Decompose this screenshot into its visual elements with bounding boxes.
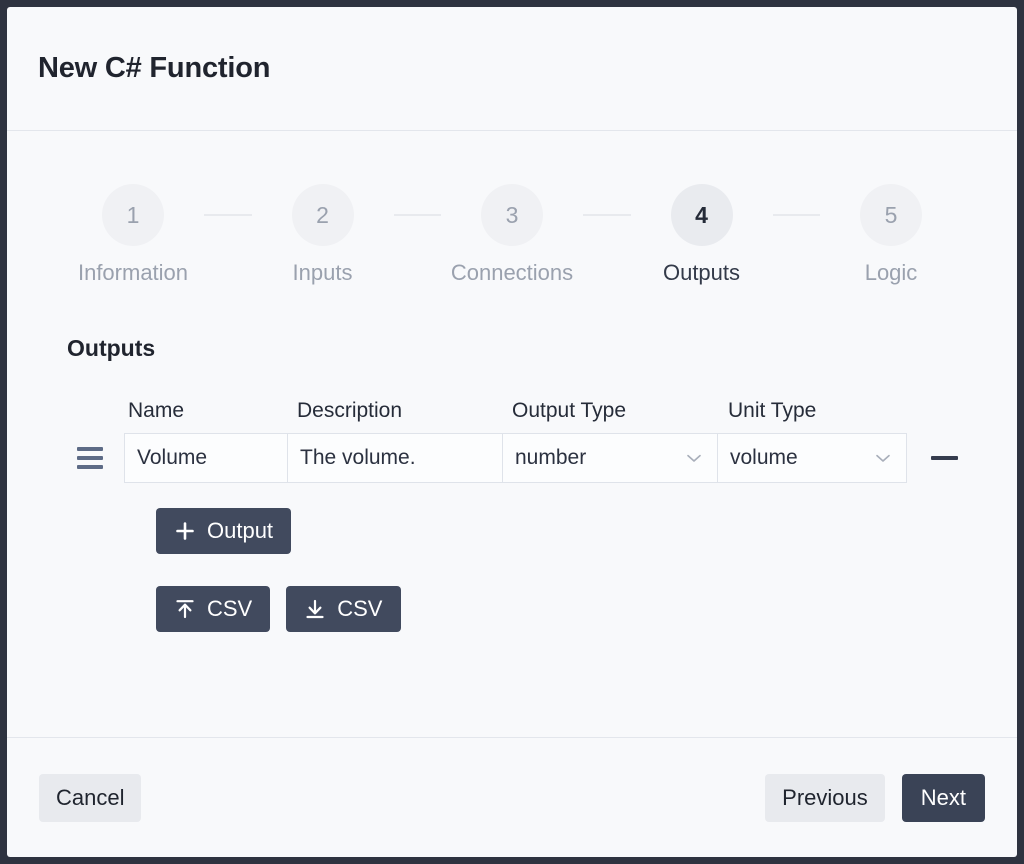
csv-actions-row: CSV CSV: [156, 586, 1017, 632]
step-label: Outputs: [662, 260, 741, 285]
stepper-step-inputs[interactable]: 2 Inputs: [252, 184, 394, 286]
dialog-footer: Cancel Previous Next: [7, 737, 1017, 857]
cancel-button[interactable]: Cancel: [39, 773, 142, 822]
stepper-step-connections[interactable]: 3 Connections: [441, 184, 583, 286]
step-label: Information: [77, 260, 189, 285]
add-output-button[interactable]: Output: [156, 508, 292, 554]
stepper-connector: [772, 214, 820, 216]
step-number-badge: 2: [291, 184, 354, 246]
wizard-stepper: 1 Information 2 Inputs 3 Connections 4 O…: [7, 131, 1017, 286]
stepper-step-logic[interactable]: 5 Logic: [820, 184, 962, 286]
step-label: Connections: [450, 260, 574, 285]
remove-output-button[interactable]: [924, 435, 964, 481]
drag-handle-icon[interactable]: [68, 447, 124, 469]
chevron-down-icon: [687, 454, 701, 463]
minus-icon: [930, 456, 958, 460]
unit-type-select[interactable]: volume: [717, 433, 907, 483]
output-type-value: number: [515, 446, 587, 469]
stepper-connector: [583, 214, 631, 216]
new-function-dialog: New C# Function 1 Information 2 Inputs 3…: [7, 7, 1017, 857]
previous-button[interactable]: Previous: [765, 773, 885, 822]
step-number-badge: 1: [102, 184, 164, 246]
column-header-output-type: Output Type: [512, 399, 627, 422]
export-csv-label: CSV: [337, 596, 383, 621]
plus-icon: [174, 520, 196, 542]
footer-navigation: Previous Next: [765, 773, 985, 822]
section-title: Outputs: [67, 335, 156, 361]
output-type-select[interactable]: number: [502, 433, 718, 483]
table-row: Volume The volume. number volume: [68, 433, 1017, 483]
stepper-connector: [393, 214, 441, 216]
import-csv-button[interactable]: CSV: [156, 586, 271, 632]
stepper-step-information[interactable]: 1 Information: [62, 184, 204, 286]
drag-handle-bar: [77, 456, 103, 460]
unit-type-value: volume: [730, 446, 798, 469]
drag-handle-bar: [77, 465, 103, 469]
column-header-name: Name: [128, 399, 185, 422]
output-description-input[interactable]: The volume.: [287, 433, 503, 483]
dialog-header: New C# Function: [7, 7, 1017, 131]
upload-icon: [174, 598, 196, 620]
table-header-row: Name Description Output Type Unit Type: [124, 399, 1017, 423]
step-label: Logic: [864, 260, 918, 285]
next-button[interactable]: Next: [901, 773, 985, 822]
step-number-badge: 3: [481, 184, 543, 246]
dialog-title: New C# Function: [38, 52, 271, 84]
output-name-input[interactable]: Volume: [124, 433, 288, 483]
add-output-row: Output: [156, 508, 1017, 554]
step-label: Inputs: [292, 260, 353, 285]
step-number-badge: 4: [670, 184, 733, 246]
column-header-description: Description: [297, 399, 403, 422]
download-icon: [304, 598, 326, 620]
export-csv-button[interactable]: CSV: [286, 586, 401, 632]
add-output-label: Output: [207, 518, 274, 543]
import-csv-label: CSV: [207, 596, 253, 621]
stepper-connector: [204, 214, 252, 216]
dialog-body: 1 Information 2 Inputs 3 Connections 4 O…: [7, 131, 1017, 737]
chevron-down-icon: [876, 454, 890, 463]
outputs-table: Name Description Output Type Unit Type V…: [68, 399, 1017, 632]
stepper-step-outputs[interactable]: 4 Outputs: [631, 184, 773, 286]
step-number-badge: 5: [860, 184, 922, 246]
column-header-unit-type: Unit Type: [728, 399, 817, 422]
drag-handle-bar: [77, 447, 103, 451]
